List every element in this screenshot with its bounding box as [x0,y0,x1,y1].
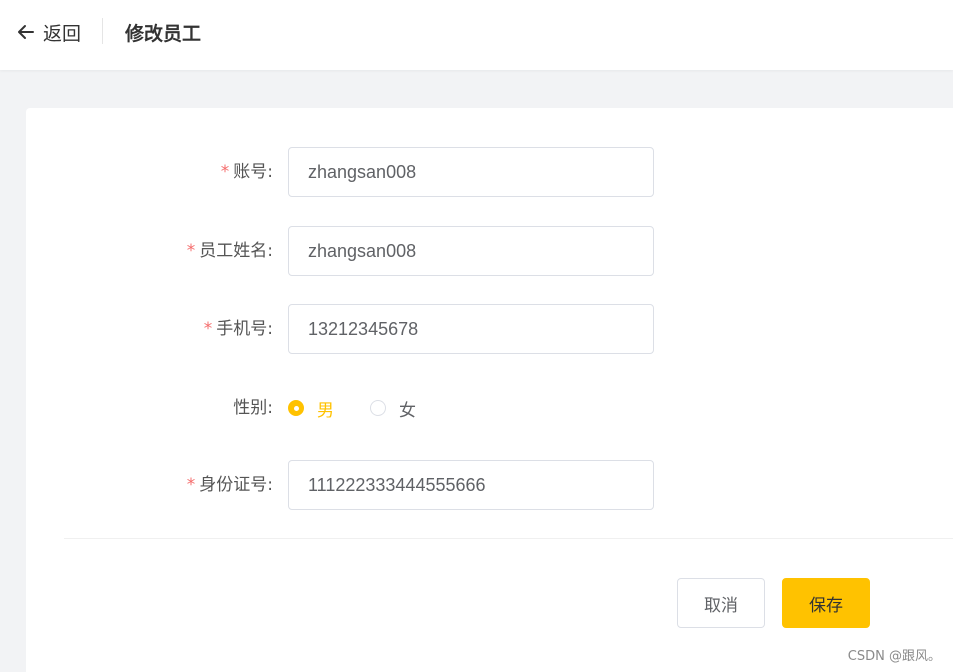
form-row-account: * 账号: [26,147,726,197]
gender-radio-female[interactable]: 女 [370,396,416,421]
back-button[interactable]: 返回 [16,20,82,45]
phone-input[interactable] [288,304,654,354]
radio-label-female: 女 [399,400,416,421]
radio-checked-icon[interactable] [288,400,304,416]
form-row-phone: * 手机号: [26,304,726,354]
required-mark: * [186,241,196,261]
arrow-left-icon [16,22,36,42]
gender-label: 性别: [233,398,273,418]
account-input[interactable] [288,147,654,197]
top-bar: 返回 修改员工 [0,0,953,70]
account-label: * 账号: [220,162,273,182]
name-label: * 员工姓名: [186,241,273,261]
watermark: CSDN @跟风。 [847,649,941,664]
id-card-label: * 身份证号: [186,475,273,495]
back-label: 返回 [43,22,82,45]
cancel-button[interactable]: 取消 [677,578,765,628]
form-card: *账号: *员工姓名: *手机号: 性别: 男 女 *身份证号: [26,108,953,672]
radio-label-male: 男 [317,400,334,421]
required-mark: * [220,162,230,182]
form-divider [64,538,953,539]
required-mark: * [203,319,213,339]
required-mark: * [186,475,196,495]
form-row-gender: 性别: 男 女 [26,383,726,433]
gender-radio-male[interactable]: 男 [288,396,334,421]
radio-unchecked-icon[interactable] [370,400,386,416]
phone-label: * 手机号: [203,319,273,339]
header-divider [102,18,103,44]
form-row-id-card: * 身份证号: [26,460,726,510]
name-input[interactable] [288,226,654,276]
save-button[interactable]: 保存 [782,578,870,628]
form-row-name: * 员工姓名: [26,226,726,276]
id-card-input[interactable] [288,460,654,510]
gender-radio-group: 男 女 [288,383,452,433]
page-title: 修改员工 [125,23,202,45]
